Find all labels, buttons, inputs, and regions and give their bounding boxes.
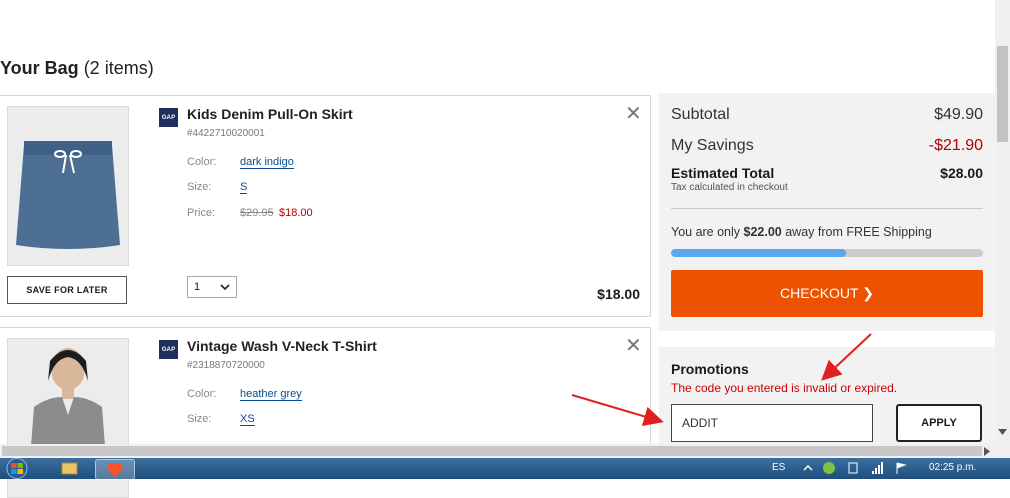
folder-icon — [61, 462, 78, 475]
horizontal-scrollbar[interactable] — [0, 444, 1010, 458]
vertical-scroll-thumb[interactable] — [997, 46, 1008, 142]
bag-title: Your Bag (2 items) — [0, 58, 154, 78]
size-label: Size: — [187, 413, 212, 425]
taskbar-explorer-button[interactable] — [50, 459, 88, 478]
language-indicator[interactable]: ES — [772, 462, 785, 473]
subtotal-value: $49.90 — [934, 106, 983, 123]
order-summary: Subtotal $49.90 My Savings -$21.90 Estim… — [659, 93, 995, 331]
tray-device-icon[interactable] — [847, 461, 859, 475]
estimated-total-label: Estimated Total — [671, 165, 775, 181]
windows-start-icon[interactable] — [2, 458, 32, 479]
remove-item-icon[interactable]: ✕ — [625, 336, 642, 356]
vertical-scrollbar[interactable] — [995, 0, 1010, 444]
product-sku: #2318870720000 — [187, 360, 265, 371]
tray-app-icon[interactable] — [822, 461, 836, 475]
tax-note: Tax calculated in checkout — [671, 182, 788, 193]
promo-code-input[interactable] — [671, 404, 873, 442]
tray-expand-icon[interactable] — [803, 463, 813, 473]
price-label: Price: — [187, 207, 216, 219]
checkout-button[interactable]: CHECKOUT ❯ — [671, 270, 983, 317]
taskbar-browser-button[interactable] — [95, 459, 135, 480]
quantity-value: 1 — [194, 281, 201, 293]
network-signal-icon[interactable] — [871, 461, 885, 475]
color-value[interactable]: dark indigo — [240, 156, 294, 169]
save-for-later-button[interactable]: SAVE FOR LATER — [7, 276, 127, 304]
line-total: $18.00 — [597, 286, 640, 302]
size-label: Size: — [187, 181, 212, 193]
savings-row: My Savings -$21.90 — [671, 137, 983, 155]
promotions-panel: Promotions The code you entered is inval… — [659, 347, 995, 447]
savings-label: My Savings — [671, 137, 754, 154]
horizontal-scroll-thumb[interactable] — [2, 446, 982, 456]
divider — [671, 208, 983, 209]
gap-logo: GAP — [159, 340, 178, 359]
scroll-right-arrow-icon[interactable] — [984, 447, 990, 456]
original-price: $29.95 — [240, 207, 274, 219]
color-label: Color: — [187, 388, 217, 400]
chevron-down-icon — [220, 284, 230, 290]
cart-item: SAVE FOR LATER GAP Kids Denim Pull-On Sk… — [0, 95, 651, 317]
color-label: Color: — [187, 156, 217, 168]
estimated-total-value: $28.00 — [940, 165, 983, 181]
product-sku: #4422710020001 — [187, 128, 265, 139]
promotions-title: Promotions — [671, 361, 749, 377]
product-name[interactable]: Vintage Wash V-Neck T-Shirt — [187, 338, 377, 354]
remove-item-icon[interactable]: ✕ — [625, 104, 642, 124]
brave-browser-icon — [107, 463, 123, 477]
quantity-select[interactable]: 1 — [187, 276, 237, 298]
estimated-total-row: Estimated Total $28.00 — [671, 165, 983, 181]
shipping-progress-bar — [671, 249, 983, 257]
free-shipping-message: You are only $22.00 away from FREE Shipp… — [671, 225, 932, 239]
subtotal-row: Subtotal $49.90 — [671, 106, 983, 124]
product-name[interactable]: Kids Denim Pull-On Skirt — [187, 106, 353, 122]
promo-error-message: The code you entered is invalid or expir… — [671, 381, 898, 395]
product-image[interactable] — [7, 106, 129, 266]
apply-button[interactable]: APPLY — [896, 404, 982, 442]
color-value[interactable]: heather grey — [240, 388, 302, 401]
subtotal-label: Subtotal — [671, 106, 730, 123]
size-value[interactable]: S — [240, 181, 248, 194]
scroll-down-arrow-icon[interactable] — [998, 429, 1007, 435]
gap-logo: GAP — [159, 108, 178, 127]
shipping-progress-fill — [671, 249, 846, 257]
sale-price: $18.00 — [279, 207, 313, 219]
action-center-flag-icon[interactable] — [894, 461, 908, 475]
savings-value: -$21.90 — [928, 137, 983, 154]
taskbar: ES 02:25 p.m. — [0, 458, 1010, 480]
clock-time[interactable]: 02:25 p.m. — [929, 462, 976, 473]
size-value[interactable]: XS — [240, 413, 255, 426]
